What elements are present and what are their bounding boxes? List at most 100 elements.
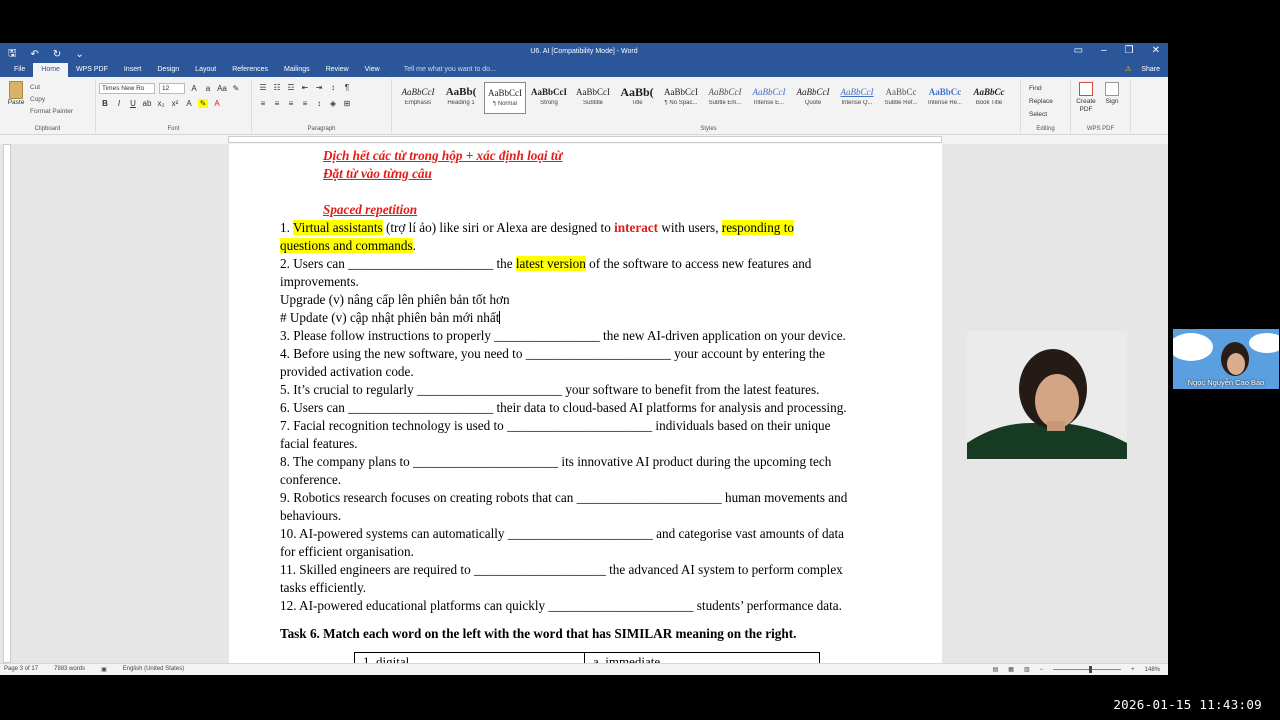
font-color-icon[interactable]: A (212, 99, 222, 108)
web-layout-icon[interactable]: ▥ (1024, 666, 1030, 673)
ribbon: Paste Cut Copy Format Painter Clipboard … (0, 77, 1168, 135)
close-icon[interactable]: ✕ (1152, 45, 1160, 56)
style-subtitle[interactable]: AaBbCcI Subtitle (572, 82, 614, 114)
style-subtle-emphasis[interactable]: AaBbCcI Subtle Em... (704, 82, 746, 114)
shrink-font-icon[interactable]: a (203, 84, 213, 93)
document-page[interactable]: Dịch hết các từ trong hộp + xác định loạ… (229, 144, 942, 663)
sentence-line: tasks efficiently. (280, 580, 367, 595)
proofing-icon[interactable]: ▣ (101, 666, 107, 673)
tab-design[interactable]: Design (149, 63, 187, 77)
ruler-track (228, 136, 942, 143)
tab-review[interactable]: Review (318, 63, 357, 77)
style-book-title[interactable]: AaBbCc Book Title (968, 82, 1010, 114)
vertical-ruler[interactable] (3, 144, 11, 663)
clear-format-icon[interactable]: ✎ (231, 84, 241, 93)
style-heading-1[interactable]: AaBb(Heading 1 (440, 82, 482, 114)
tab-view[interactable]: View (357, 63, 388, 77)
tab-mailings[interactable]: Mailings (276, 63, 318, 77)
sentence-line: conference. (280, 472, 342, 487)
ribbon-display-icon[interactable]: ▭ (1074, 45, 1083, 56)
document-text[interactable]: Dịch hết các từ trong hộp + xác định loạ… (280, 147, 900, 643)
sentence-line: 9. Robotics research focuses on creating… (280, 490, 848, 505)
increase-indent-icon[interactable]: ⇥ (314, 83, 324, 92)
sentence-line: 10. AI-powered systems can automatically… (280, 526, 845, 541)
borders-icon[interactable]: ⊞ (342, 99, 352, 108)
share-button[interactable]: Share (1141, 64, 1160, 76)
align-right-icon[interactable]: ≡ (286, 99, 296, 108)
tab-references[interactable]: References (224, 63, 276, 77)
style-emphasis[interactable]: AaBbCcI Emphasis (397, 82, 439, 114)
styles-gallery: AaBbCcI Emphasis AaBb(Heading 1 AaBbCcI ¶ … (397, 79, 1021, 133)
strikethrough-icon[interactable]: ab (142, 99, 152, 108)
underline-icon[interactable]: U (128, 99, 138, 108)
style-quote[interactable]: AaBbCcI Quote (792, 82, 834, 114)
zoom-level[interactable]: 148% (1145, 667, 1160, 673)
show-marks-icon[interactable]: ¶ (342, 83, 352, 92)
sort-icon[interactable]: ↕ (328, 83, 338, 92)
zoom-thumb[interactable] (1089, 666, 1093, 673)
style-intense-emphasis[interactable]: AaBbCcI Intense E... (748, 82, 790, 114)
justify-icon[interactable]: ≡ (300, 99, 310, 108)
bold-icon[interactable]: B (100, 99, 110, 108)
multilevel-icon[interactable]: ☲ (286, 83, 296, 92)
style-strong[interactable]: AaBbCcI Strong (528, 82, 570, 114)
tab-wps-pdf[interactable]: WPS PDF (68, 63, 116, 77)
clipboard-group: Paste Cut Copy Format Painter Clipboard (0, 79, 96, 133)
sentence-1-cont: questions and commands. (280, 238, 416, 253)
style-subtle-reference[interactable]: AaBbCc Subtle Ref... (880, 82, 922, 114)
style-no-spacing[interactable]: AaBbCcI ¶ No Spac... (660, 82, 702, 114)
sentence-2: 2. Users can ______________________ the … (280, 256, 812, 271)
subscript-icon[interactable]: x₂ (156, 99, 166, 108)
horizontal-ruler[interactable] (0, 135, 1168, 144)
page-count[interactable]: Page 3 of 17 (4, 666, 38, 673)
sign-button[interactable]: Sign (1101, 82, 1123, 106)
numbering-icon[interactable]: ☷ (272, 83, 282, 92)
highlight-icon[interactable]: ✎ (198, 99, 208, 108)
create-pdf-button[interactable]: Create PDF (1075, 82, 1097, 114)
tell-me-box[interactable]: Tell me what you want to do... (404, 63, 496, 77)
italic-icon[interactable]: I (114, 99, 124, 108)
superscript-icon[interactable]: x² (170, 99, 180, 108)
style-title[interactable]: AaBb(Title (616, 82, 658, 114)
zoom-in-icon[interactable]: + (1131, 667, 1135, 673)
sentence-line: 3. Please follow instructions to properl… (280, 328, 846, 343)
editing-group: Find Replace Select Editing (1021, 79, 1071, 133)
style-intense-reference[interactable]: AaBbCc Intense Re... (924, 82, 966, 114)
tab-layout[interactable]: Layout (187, 63, 224, 77)
line-spacing-icon[interactable]: ↕ (314, 99, 324, 108)
warning-icon[interactable]: ⚠ (1125, 64, 1131, 76)
format-painter-button[interactable]: Format Painter (30, 106, 73, 118)
text-effects-icon[interactable]: A (184, 99, 194, 108)
sentence-line: 4. Before using the new software, you ne… (280, 346, 825, 361)
grow-font-icon[interactable]: A (189, 84, 199, 93)
style-normal[interactable]: AaBbCcI ¶ Normal (484, 82, 526, 114)
paste-button[interactable]: Paste (6, 81, 26, 106)
tab-file[interactable]: File (6, 63, 33, 77)
language-status[interactable]: English (United States) (123, 666, 184, 673)
bullets-icon[interactable]: ☰ (258, 83, 268, 92)
minimize-icon[interactable]: – (1101, 45, 1107, 56)
decrease-indent-icon[interactable]: ⇤ (300, 83, 310, 92)
find-button[interactable]: Find (1029, 82, 1053, 95)
cut-button[interactable]: Cut (30, 82, 73, 94)
style-intense-quote[interactable]: AaBbCcI Intense Q... (836, 82, 878, 114)
restore-icon[interactable]: ❐ (1125, 45, 1134, 56)
change-case-icon[interactable]: Aa (217, 84, 227, 93)
copy-button[interactable]: Copy (30, 94, 73, 106)
read-mode-icon[interactable]: ▤ (993, 666, 999, 673)
zoom-slider[interactable] (1053, 666, 1122, 673)
create-pdf-label: Create PDF (1076, 98, 1096, 113)
align-left-icon[interactable]: ≡ (258, 99, 268, 108)
font-name-box[interactable]: Times New Ro (99, 83, 155, 94)
word-count[interactable]: 7983 words (54, 666, 85, 673)
shading-icon[interactable]: ◈ (328, 99, 338, 108)
print-layout-icon[interactable]: ▦ (1008, 666, 1014, 673)
select-button[interactable]: Select (1029, 108, 1053, 121)
zoom-out-icon[interactable]: − (1040, 667, 1044, 673)
replace-button[interactable]: Replace (1029, 95, 1053, 108)
tab-insert[interactable]: Insert (116, 63, 150, 77)
font-size-box[interactable]: 12 (159, 83, 185, 94)
sentence-line: 12. AI-powered educational platforms can… (280, 598, 842, 613)
align-center-icon[interactable]: ≡ (272, 99, 282, 108)
tab-home[interactable]: Home (33, 63, 68, 77)
